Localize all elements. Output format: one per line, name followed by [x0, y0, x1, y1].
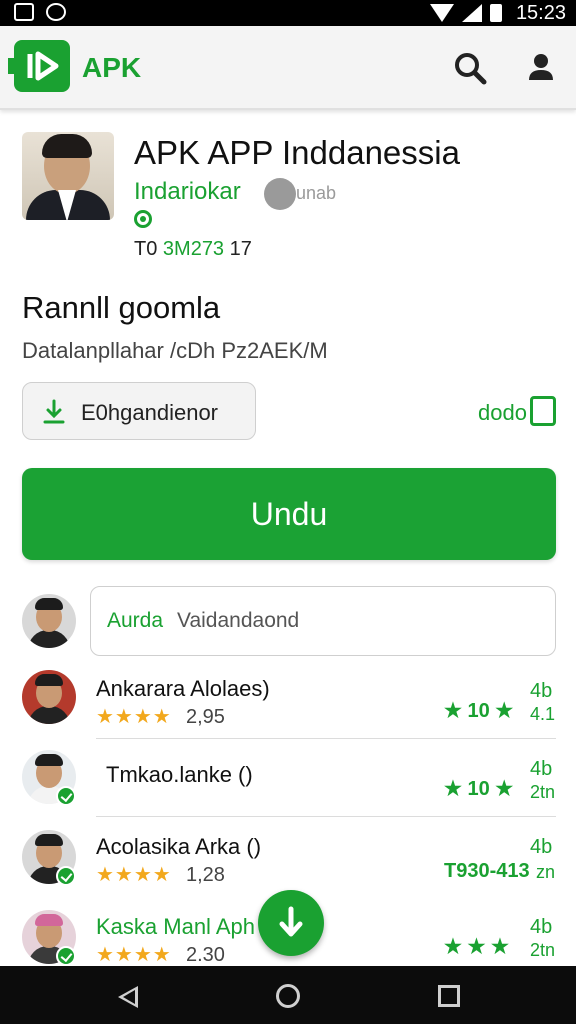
review-side-rating: T930-413	[444, 860, 530, 882]
battery-icon	[489, 4, 502, 22]
app-title: APK APP Inddanessia	[134, 134, 460, 171]
primary-download-button[interactable]: Undu	[22, 468, 556, 560]
secondary-action-button[interactable]: E0hgandienor	[22, 382, 256, 440]
status-time: 15:23	[515, 1, 566, 24]
brand-logo[interactable]	[8, 40, 70, 92]
section-subtitle: Datalanpllahar /cDh Pz2AEK/M	[22, 338, 328, 363]
reviewer-avatar[interactable]	[22, 670, 76, 724]
developer-name[interactable]: Indariokar	[134, 178, 241, 206]
recents-icon[interactable]	[438, 985, 460, 1007]
play-arrow-icon	[27, 51, 59, 81]
reviewer-name[interactable]: Kaska Manl Aph	[96, 914, 255, 940]
image-notification-icon	[14, 3, 34, 21]
person-icon[interactable]	[524, 50, 558, 86]
brand-title: APK	[82, 52, 142, 83]
review-side-rating: ★ 10 ★	[444, 778, 514, 800]
comment-input[interactable]: Aurda Vaidandaond	[90, 586, 556, 656]
meta-prefix: T0	[134, 238, 158, 260]
section-title: Rannll goomla	[22, 290, 221, 325]
search-icon[interactable]	[452, 50, 488, 86]
sync-notification-icon	[46, 3, 66, 21]
review-side-count: zn	[536, 862, 556, 882]
download-arrow-icon	[279, 906, 303, 937]
rating-stars: ★★★★	[96, 944, 172, 966]
rating-value: 2.30	[186, 944, 225, 966]
download-fab[interactable]	[258, 890, 324, 956]
verified-check-icon	[56, 786, 76, 806]
verified-check-icon	[56, 866, 76, 886]
rating-stars: ★★★★	[96, 706, 172, 728]
rating-stars: ★★★★	[96, 864, 172, 886]
review-side-count: 2tn	[530, 782, 556, 802]
download-icon	[43, 399, 65, 424]
system-nav-bar	[0, 966, 576, 1024]
review-side-rating: ★ ★ ★	[444, 936, 509, 958]
meta-suffix: 17	[229, 238, 252, 260]
app-bar: APK	[0, 26, 576, 110]
rating-value: 2,95	[186, 706, 225, 728]
comment-label: Aurda	[107, 609, 164, 632]
review-side-value: 4b	[530, 758, 553, 780]
back-icon[interactable]	[118, 986, 138, 1008]
meta-count: 3M273	[162, 238, 225, 260]
reviewer-name[interactable]: Tmkao.lanke ()	[106, 762, 253, 788]
divider	[96, 738, 556, 739]
secondary-action-label: E0hgandienor	[81, 400, 219, 425]
home-icon[interactable]	[276, 984, 300, 1008]
current-user-avatar	[22, 594, 76, 648]
review-side-value: 4b	[530, 916, 553, 938]
review-side-count: 4.1	[530, 704, 556, 724]
comment-placeholder: Vaidandaond	[177, 609, 300, 632]
verified-icon	[134, 210, 152, 228]
developer-badge-icon	[264, 178, 296, 210]
open-external-icon[interactable]	[530, 396, 556, 426]
status-bar: 15:23	[0, 0, 576, 26]
verified-check-icon	[56, 946, 76, 966]
app-meta: T0 3M273 17	[134, 238, 252, 261]
review-side-value: 4b	[530, 680, 553, 702]
reviewer-name[interactable]: Ankarara Alolaes)	[96, 676, 270, 702]
divider	[96, 816, 556, 817]
developer-badge-text: unab	[296, 183, 337, 203]
review-side-value: 4b	[530, 836, 553, 858]
signal-icon	[461, 4, 482, 22]
reviewer-name[interactable]: Acolasika Arka ()	[96, 834, 261, 860]
review-side-count: 2tn	[530, 940, 556, 960]
wifi-icon	[429, 4, 454, 22]
side-link[interactable]: dodo	[478, 400, 527, 426]
app-icon[interactable]	[22, 132, 114, 220]
review-side-rating: ★ 10 ★	[444, 700, 514, 722]
rating-value: 1,28	[186, 864, 225, 886]
